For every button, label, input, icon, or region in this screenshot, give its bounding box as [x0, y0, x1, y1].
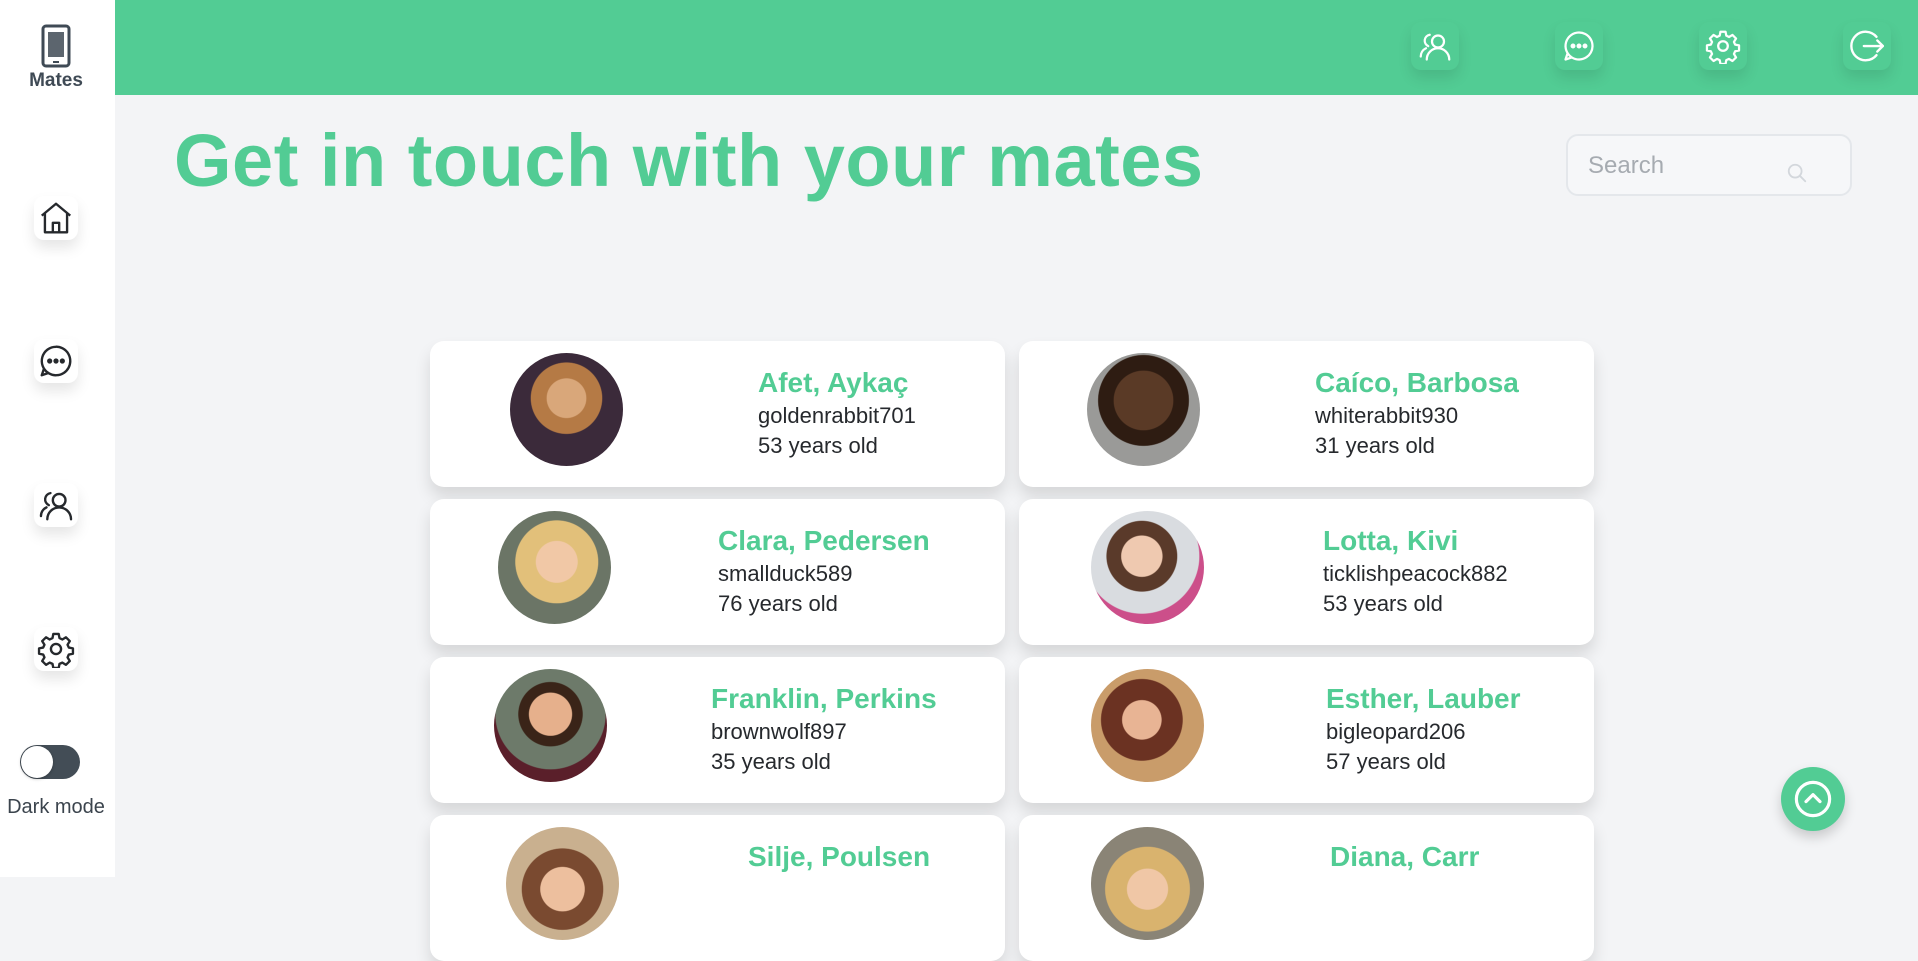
avatar — [1087, 353, 1200, 466]
mate-name: Afet, Aykaç — [758, 367, 909, 398]
top-chat-button[interactable] — [1555, 22, 1603, 70]
chat-icon — [1564, 31, 1594, 61]
mate-name: Esther, Lauber — [1326, 683, 1521, 714]
mate-card[interactable]: Caíco, Barbosa whiterabbit930 31 years o… — [1019, 341, 1594, 487]
mate-username: bigleopard206 — [1326, 719, 1466, 744]
mates-grid: Afet, Aykaç goldenrabbit701 53 years old… — [430, 341, 1594, 961]
scroll-to-top-button[interactable] — [1781, 767, 1845, 831]
mate-age: 53 years old — [1323, 591, 1443, 616]
avatar — [494, 669, 607, 782]
mate-age: 31 years old — [1315, 433, 1435, 458]
logout-icon — [1850, 30, 1885, 62]
search-icon[interactable] — [1786, 162, 1808, 184]
avatar — [510, 353, 623, 466]
mate-card[interactable]: Diana, Carr — [1019, 815, 1594, 961]
gear-icon — [1705, 30, 1741, 64]
mate-name: Silje, Poulsen — [748, 841, 931, 872]
mate-card[interactable]: Lotta, Kivi ticklishpeacock882 53 years … — [1019, 499, 1594, 645]
mate-username: whiterabbit930 — [1315, 403, 1459, 428]
search-input[interactable] — [1586, 148, 1790, 184]
dark-mode-toggle[interactable] — [20, 745, 80, 779]
app-name: Mates — [29, 70, 83, 91]
sidebar-item-chat[interactable] — [34, 339, 78, 383]
avatar — [498, 511, 611, 624]
dark-mode-label: Dark mode — [7, 796, 105, 818]
mate-name: Clara, Pedersen — [718, 525, 930, 556]
logout-button[interactable] — [1843, 22, 1891, 70]
top-settings-button[interactable] — [1699, 22, 1747, 70]
mate-username: goldenrabbit701 — [758, 403, 916, 428]
mate-card[interactable]: Silje, Poulsen — [430, 815, 1005, 961]
mate-username: ticklishpeacock882 — [1323, 561, 1508, 586]
mate-card[interactable]: Franklin, Perkins brownwolf897 35 years … — [430, 657, 1005, 803]
app-logo[interactable]: Mates — [0, 24, 112, 92]
mate-name: Franklin, Perkins — [711, 683, 937, 714]
home-icon — [40, 202, 72, 234]
sidebar-item-settings[interactable] — [34, 627, 78, 671]
mate-card[interactable]: Esther, Lauber bigleopard206 57 years ol… — [1019, 657, 1594, 803]
mate-name: Lotta, Kivi — [1323, 525, 1459, 556]
page-title: Get in touch with your mates — [174, 119, 1204, 202]
mate-username: brownwolf897 — [711, 719, 847, 744]
sidebar-item-home[interactable] — [34, 196, 78, 240]
users-icon — [1419, 33, 1451, 61]
top-bar — [115, 0, 1918, 95]
avatar — [506, 827, 619, 940]
mate-name: Caíco, Barbosa — [1315, 367, 1519, 398]
gear-icon — [37, 632, 75, 668]
mate-age: 35 years old — [711, 749, 831, 774]
mate-age: 76 years old — [718, 591, 838, 616]
top-mates-button[interactable] — [1411, 22, 1459, 70]
mate-card[interactable]: Clara, Pedersen smallduck589 76 years ol… — [430, 499, 1005, 645]
mate-age: 57 years old — [1326, 749, 1446, 774]
sidebar-item-mates[interactable] — [34, 483, 78, 527]
chat-icon — [40, 345, 72, 377]
users-icon — [39, 491, 73, 521]
chevron-up-circle-icon — [1794, 780, 1832, 818]
mate-username: smallduck589 — [718, 561, 853, 586]
toggle-knob — [21, 746, 53, 778]
avatar — [1091, 827, 1204, 940]
search-box — [1566, 134, 1852, 196]
mate-age: 53 years old — [758, 433, 878, 458]
avatar — [1091, 669, 1204, 782]
mate-name: Diana, Carr — [1330, 841, 1480, 872]
avatar — [1091, 511, 1204, 624]
sidebar: Mates Dark mode — [0, 0, 115, 877]
mate-card[interactable]: Afet, Aykaç goldenrabbit701 53 years old — [430, 341, 1005, 487]
phone-icon — [41, 24, 71, 68]
